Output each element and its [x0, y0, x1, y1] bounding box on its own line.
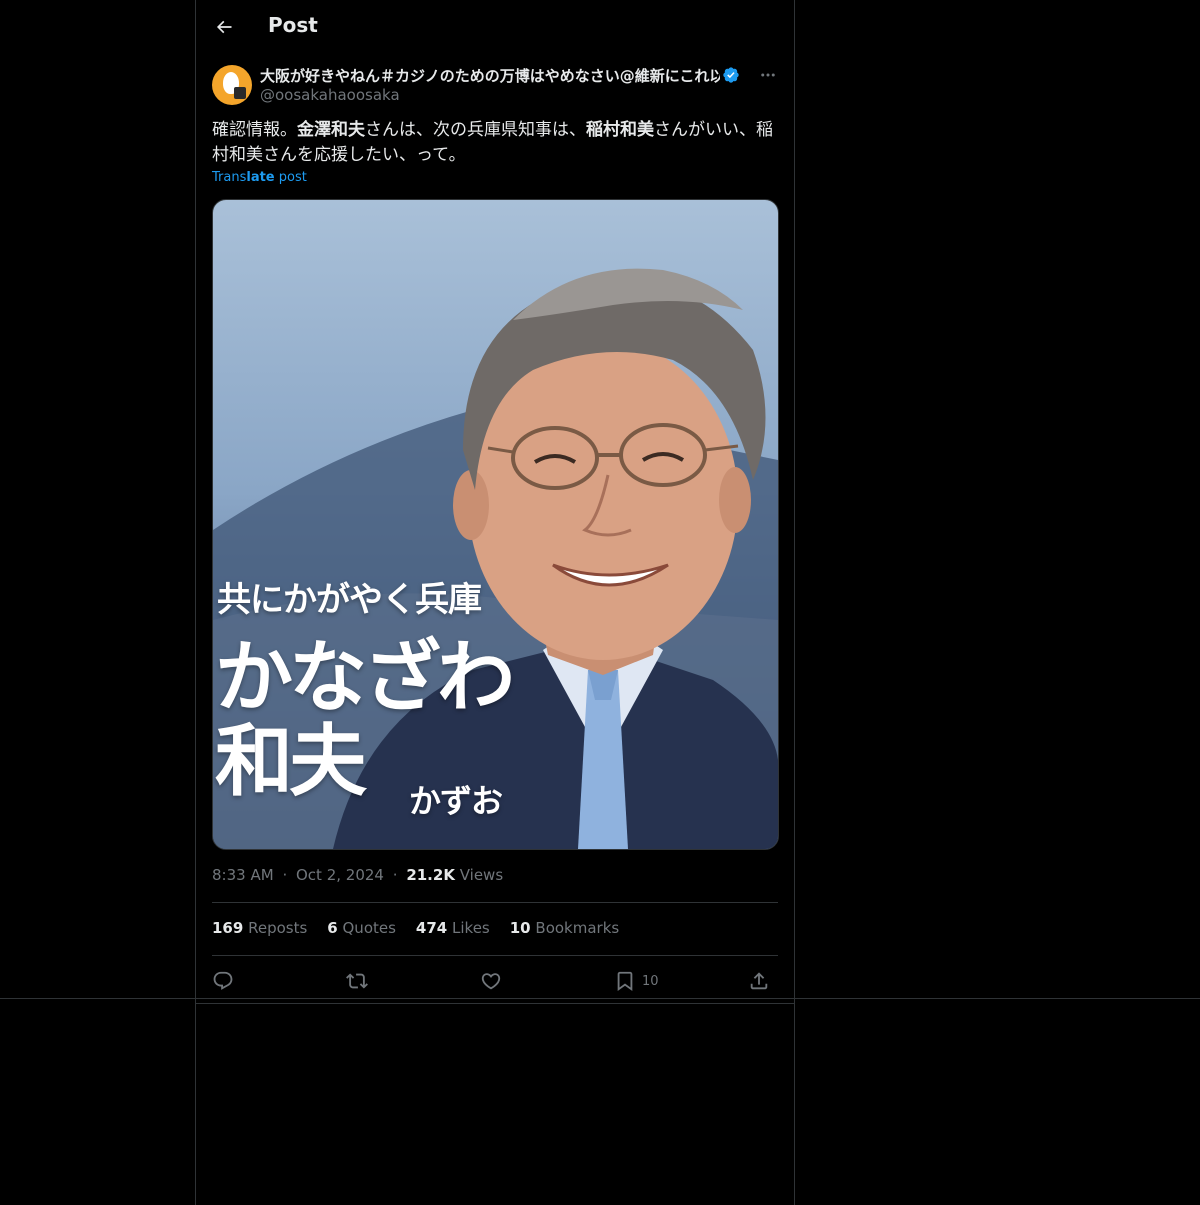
timeline-divider [196, 1003, 794, 1004]
reposts-stat[interactable]: 169 Reposts [212, 919, 307, 937]
likes-label: Likes [452, 919, 490, 937]
post-metadata: 8:33 AM · Oct 2, 2024 · 21.2K Views [212, 866, 503, 884]
post-image[interactable]: 共にかがやく兵庫 かなざわ 和夫 かずお [212, 199, 779, 850]
divider [212, 955, 778, 956]
quotes-label: Quotes [342, 919, 396, 937]
post-date[interactable]: Oct 2, 2024 [296, 866, 384, 884]
reply-button[interactable] [212, 966, 234, 996]
bookmark-button[interactable]: 10 [614, 966, 659, 996]
post-column: Post 大阪が好きやねん＃カジノのための万博はやめなさい@維新にこれ以上 @o… [195, 0, 795, 1205]
share-icon [750, 972, 768, 990]
author-name[interactable]: 大阪が好きやねん＃カジノのための万博はやめなさい@維新にこれ以上 [260, 65, 740, 85]
image-caption-firstname-kana: かずお [409, 782, 503, 820]
likes-count: 474 [415, 919, 448, 937]
back-button[interactable] [208, 11, 240, 43]
back-arrow-icon [216, 20, 232, 34]
heart-icon [481, 973, 501, 990]
author-handle[interactable]: @oosakahaoosaka [260, 86, 400, 104]
translate-text: post [274, 170, 307, 185]
page-title: Post [268, 13, 318, 37]
translate-post-link[interactable]: Translate post [212, 170, 307, 185]
share-button[interactable] [748, 966, 770, 996]
repost-button[interactable] [346, 966, 368, 996]
more-options-button[interactable] [756, 64, 780, 86]
image-caption-name-kana: かなざわ [215, 633, 515, 723]
views-label: Views [459, 866, 504, 884]
bookmarks-stat[interactable]: 10 Bookmarks [510, 919, 619, 937]
image-caption-slogan: 共にかがやく兵庫 [217, 580, 482, 620]
mention-kanazawa: 金澤和夫 [297, 120, 365, 140]
engagement-stats: 169 Reposts 6 Quotes 474 Likes 10 Bookma… [212, 919, 619, 937]
likes-stat[interactable]: 474 Likes [416, 919, 490, 937]
repost-icon [346, 973, 368, 989]
divider [212, 902, 778, 903]
quotes-stat[interactable]: 6 Quotes [327, 919, 396, 937]
header: Post [196, 0, 794, 54]
translate-text-bold: late [246, 170, 275, 185]
bookmarks-count: 10 [509, 919, 531, 937]
bookmark-icon [617, 971, 633, 992]
reply-icon [213, 971, 233, 990]
post-text-part: さんは、次の兵庫県知事は、 [365, 120, 586, 140]
meta-separator: · [282, 866, 288, 884]
post-text: 確認情報。金澤和夫さんは、次の兵庫県知事は、稲村和美さんがいい、稲村和美さんを応… [212, 118, 780, 168]
author-name-text: 大阪が好きやねん＃カジノのための万博はやめなさい@維新にこれ以上 [260, 66, 720, 85]
verified-badge-icon [723, 67, 739, 83]
avatar-badge [234, 87, 246, 99]
action-bar: 10 [212, 966, 778, 996]
mention-inamura: 稲村和美 [586, 120, 654, 140]
more-dots-icon [761, 73, 775, 77]
translate-text: Trans [212, 170, 247, 185]
bookmarks-label: Bookmarks [535, 919, 620, 937]
quotes-count: 6 [327, 919, 338, 937]
like-button[interactable] [480, 966, 502, 996]
views-count: 21.2K [406, 866, 455, 884]
bookmark-count: 10 [642, 973, 659, 989]
post-time[interactable]: 8:33 AM [212, 866, 274, 884]
timeline-divider [0, 998, 1200, 999]
post-text-part: 確認情報。 [212, 120, 297, 140]
meta-separator: · [392, 866, 398, 884]
reposts-label: Reposts [248, 919, 308, 937]
image-caption-name-kanji: 和夫 [215, 717, 367, 807]
reposts-count: 169 [212, 919, 244, 937]
avatar[interactable] [212, 65, 252, 105]
